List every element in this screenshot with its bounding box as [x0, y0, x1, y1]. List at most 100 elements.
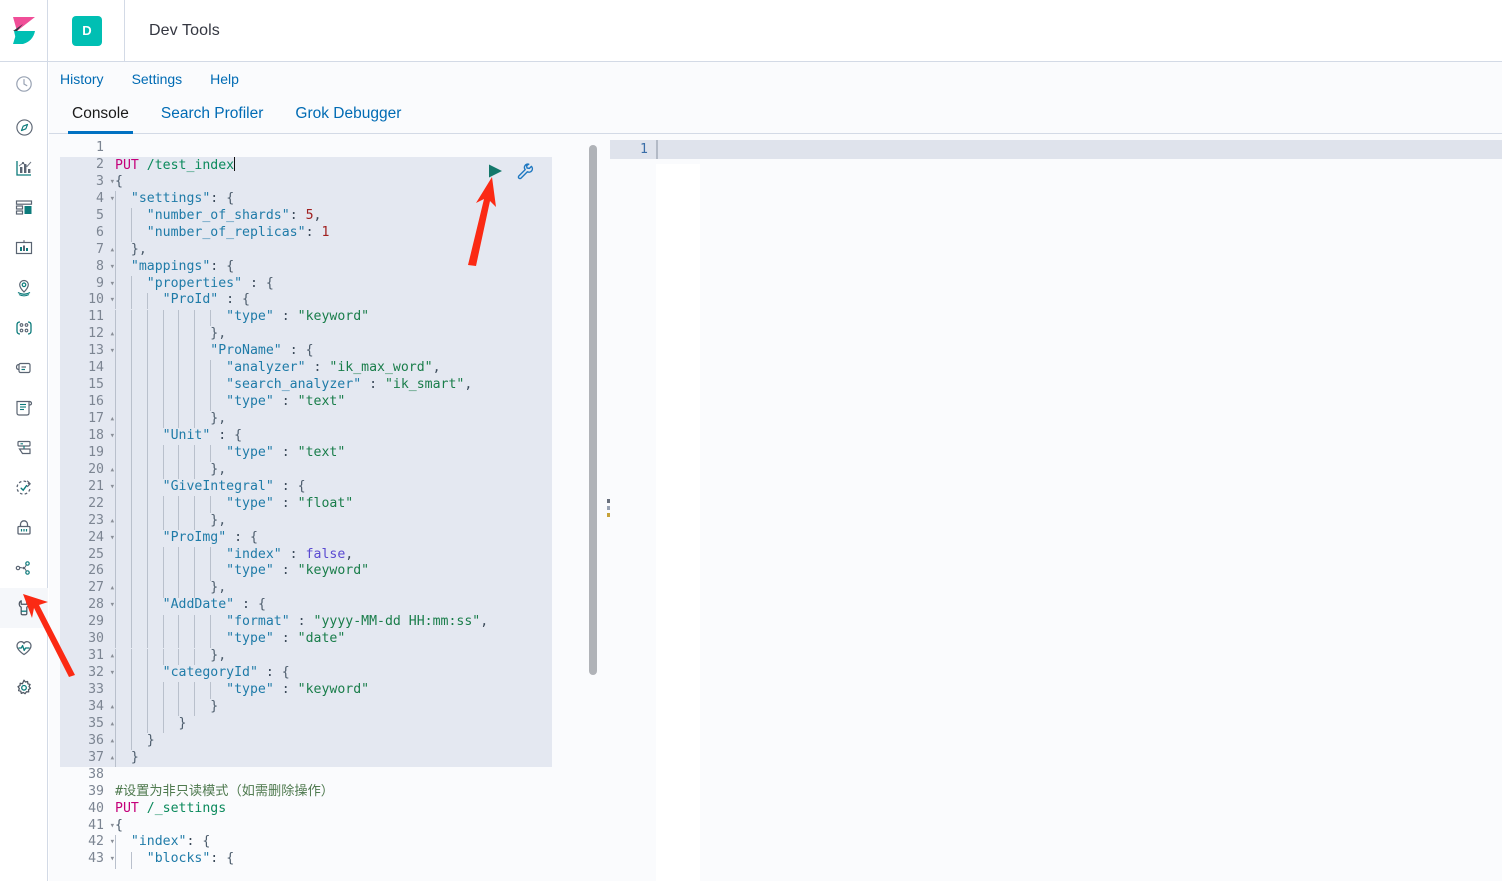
code-line[interactable]: 33 "type" : "keyword"	[60, 682, 552, 699]
tab-grok-debugger[interactable]: Grok Debugger	[279, 105, 417, 133]
sidebar-item-dashboard[interactable]	[0, 188, 48, 228]
sidebar-item-machine-learning[interactable]	[0, 308, 48, 348]
sidebar-item-apm[interactable]	[0, 428, 48, 468]
fold-toggle-icon[interactable]: ▾	[106, 665, 115, 682]
sidebar-item-discover[interactable]	[0, 106, 48, 148]
tab-search-profiler[interactable]: Search Profiler	[145, 105, 280, 133]
sidebar-item-management[interactable]	[0, 668, 48, 708]
code-line[interactable]: 10 ▾ "ProId" : {	[60, 292, 552, 310]
code-line[interactable]: 15 "search_analyzer" : "ik_smart",	[60, 377, 552, 395]
code-line[interactable]: 35 ▴ }	[60, 715, 552, 733]
code-line[interactable]: 31 ▴ },	[60, 648, 552, 666]
code-line-text: "ProImg" : {	[162, 529, 258, 545]
sidebar-item-uptime[interactable]	[0, 468, 48, 508]
code-line[interactable]: 29 "format" : "yyyy-MM-dd HH:mm:ss",	[60, 614, 552, 632]
play-icon[interactable]	[487, 163, 504, 179]
code-line[interactable]: 25 "index" : false,	[60, 546, 552, 564]
code-line[interactable]: 3 ▾{	[60, 173, 552, 191]
code-line[interactable]: 11 "type" : "keyword"	[60, 309, 552, 327]
code-line[interactable]: 20 ▴ },	[60, 461, 552, 479]
fold-toggle-icon[interactable]: ▾	[106, 479, 115, 496]
code-line[interactable]: 34 ▴ }	[60, 698, 552, 716]
fold-toggle-icon[interactable]: ▾	[106, 428, 115, 445]
sidebar-item-dev-tools[interactable]	[0, 588, 48, 628]
code-line[interactable]: 26 "type" : "keyword"	[60, 563, 552, 581]
code-line[interactable]: 1	[60, 140, 552, 157]
code-line[interactable]: 12 ▴ },	[60, 326, 552, 344]
code-line[interactable]: 16 "type" : "text"	[60, 394, 552, 411]
editor-code[interactable]: 1 2 PUT /test_index 3 ▾{4 ▾ "settings": {5 "n…	[60, 140, 552, 869]
fold-toggle-icon[interactable]: ▾	[106, 276, 115, 293]
sidebar-item-logs[interactable]	[0, 388, 48, 428]
wrench-icon[interactable]	[516, 162, 534, 180]
fold-toggle-icon[interactable]: ▴	[106, 648, 115, 665]
request-editor[interactable]: 1 2 PUT /test_index 3 ▾{4 ▾ "settings": {5 "n…	[60, 140, 552, 881]
code-line[interactable]: 13 ▾ "ProName" : {	[60, 343, 552, 361]
fold-toggle-icon[interactable]: ▾	[106, 818, 115, 835]
code-line[interactable]: 43 ▾ "blocks": {	[60, 851, 552, 868]
menu-item-help[interactable]: Help	[206, 68, 243, 90]
fold-toggle-icon[interactable]: ▾	[106, 292, 115, 309]
fold-toggle-icon[interactable]: ▾	[106, 597, 115, 614]
fold-toggle-icon[interactable]: ▾	[106, 343, 115, 360]
code-line[interactable]: 7 ▴ },	[60, 241, 552, 259]
fold-toggle-icon[interactable]: ▴	[106, 462, 115, 479]
code-line[interactable]: 38	[60, 767, 552, 784]
code-line[interactable]: 39 #设置为非只读模式（如需删除操作）	[60, 784, 552, 801]
editor-scrollbar[interactable]	[589, 145, 597, 675]
fold-toggle-icon[interactable]: ▾	[106, 851, 115, 868]
code-line[interactable]: 24 ▾ "ProImg" : {	[60, 529, 552, 547]
code-line[interactable]: 36 ▴ }	[60, 732, 552, 750]
sidebar-item-graph[interactable]	[0, 548, 48, 588]
code-line[interactable]: 27 ▴ },	[60, 580, 552, 598]
fold-toggle-icon[interactable]: ▴	[106, 580, 115, 597]
code-line[interactable]: 41 ▾{	[60, 818, 552, 835]
fold-toggle-icon[interactable]: ▴	[106, 242, 115, 259]
code-line[interactable]: 6 "number_of_replicas": 1	[60, 224, 552, 242]
menu-item-history[interactable]: History	[56, 68, 108, 90]
sidebar-item-recently-viewed[interactable]	[0, 62, 48, 106]
code-line[interactable]: 28 ▾ "AddDate" : {	[60, 597, 552, 615]
code-line[interactable]: 32 ▾ "categoryId" : {	[60, 665, 552, 682]
code-line[interactable]: 8 ▾ "mappings": {	[60, 258, 552, 276]
fold-toggle-icon[interactable]: ▴	[106, 733, 115, 750]
fold-toggle-icon[interactable]: ▴	[106, 411, 115, 428]
fold-toggle-icon[interactable]: ▾	[106, 834, 115, 851]
tab-console[interactable]: Console	[56, 105, 145, 134]
code-line[interactable]: 18 ▾ "Unit" : {	[60, 427, 552, 445]
code-line[interactable]: 4 ▾ "settings": {	[60, 190, 552, 208]
sidebar-item-siem[interactable]	[0, 508, 48, 548]
main-content: History Settings Help Console Search Pro…	[49, 62, 1502, 881]
code-line[interactable]: 5 "number_of_shards": 5,	[60, 207, 552, 225]
fold-toggle-icon[interactable]: ▴	[106, 750, 115, 767]
fold-toggle-icon[interactable]: ▾	[106, 174, 115, 191]
code-line[interactable]: 17 ▴ },	[60, 411, 552, 428]
sidebar-item-canvas[interactable]	[0, 228, 48, 268]
code-line[interactable]: 19 "type" : "text"	[60, 444, 552, 462]
code-line[interactable]: 14 "analyzer" : "ik_max_word",	[60, 360, 552, 378]
fold-toggle-icon[interactable]: ▾	[106, 259, 115, 276]
code-line[interactable]: 2 PUT /test_index	[60, 156, 552, 174]
sidebar-item-infrastructure[interactable]	[0, 348, 48, 388]
kibana-logo-button[interactable]	[0, 0, 48, 61]
code-line[interactable]: 23 ▴ },	[60, 512, 552, 530]
code-line[interactable]: 30 "type" : "date"	[60, 631, 552, 649]
fold-toggle-icon[interactable]: ▾	[106, 530, 115, 547]
fold-toggle-icon[interactable]: ▾	[106, 191, 115, 208]
fold-toggle-icon[interactable]: ▴	[106, 326, 115, 343]
sidebar-item-monitoring[interactable]	[0, 628, 48, 668]
fold-toggle-icon[interactable]: ▴	[106, 513, 115, 530]
response-output[interactable]: 1	[610, 140, 1502, 881]
sidebar-item-visualize[interactable]	[0, 148, 48, 188]
fold-toggle-icon[interactable]: ▴	[106, 716, 115, 733]
code-line[interactable]: 42 ▾ "index": {	[60, 834, 552, 851]
code-line[interactable]: 21 ▾ "GiveIntegral" : {	[60, 478, 552, 496]
code-line[interactable]: 40 PUT /_settings	[60, 801, 552, 818]
menu-item-settings[interactable]: Settings	[128, 68, 187, 90]
code-line[interactable]: 9 ▾ "properties" : {	[60, 275, 552, 293]
code-line[interactable]: 37 ▴ }	[60, 749, 552, 767]
code-line[interactable]: 22 "type" : "float"	[60, 495, 552, 513]
sidebar-item-maps[interactable]	[0, 268, 48, 308]
editor-lines[interactable]: 1 2 PUT /test_index 3 ▾{4 ▾ "settings": {5 "n…	[60, 140, 552, 868]
fold-toggle-icon[interactable]: ▴	[106, 699, 115, 716]
